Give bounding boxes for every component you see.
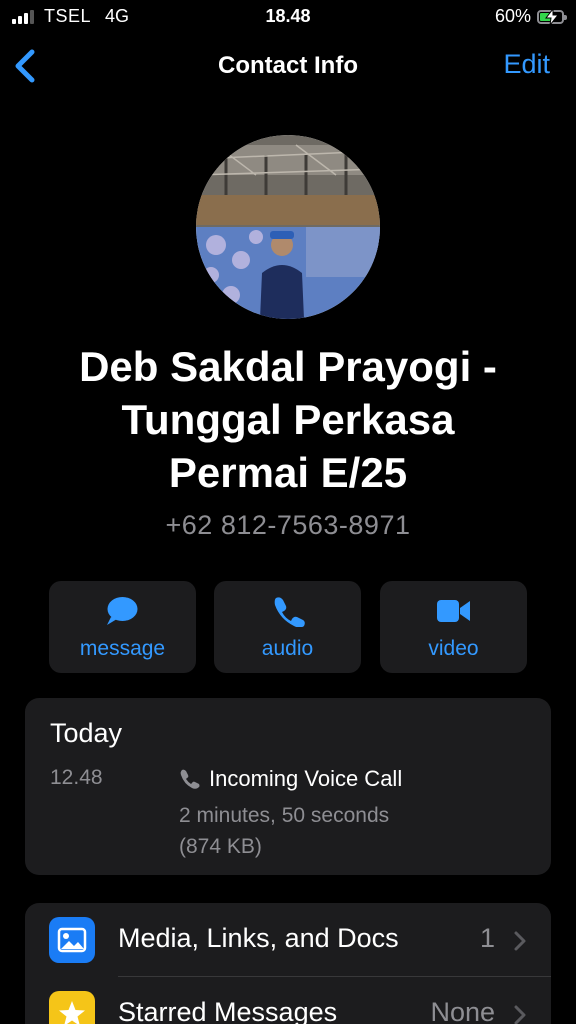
- media-links-docs-row[interactable]: Media, Links, and Docs 1: [25, 903, 551, 977]
- call-size: (874 KB): [179, 835, 262, 858]
- message-icon: [107, 597, 138, 625]
- status-bar: TSEL 4G 18.48 60%: [0, 0, 576, 34]
- navigation-bar: Contact Info Edit: [0, 40, 576, 90]
- media-count: 1: [479, 923, 495, 953]
- starred-messages-row[interactable]: Starred Messages None: [25, 977, 551, 1024]
- call-day: Today: [50, 718, 123, 748]
- call-type-label: Incoming Voice Call: [209, 766, 403, 791]
- message-label: message: [79, 637, 166, 660]
- photo-icon: [49, 917, 95, 963]
- call-details: 2 minutes, 50 seconds (874 KB): [179, 800, 389, 862]
- video-label: video: [428, 637, 479, 660]
- call-type: Incoming Voice Call: [179, 766, 402, 792]
- video-icon: [437, 600, 470, 622]
- battery-percentage: 60%: [494, 6, 531, 26]
- video-call-button[interactable]: video: [380, 581, 527, 673]
- contact-info-screen: TSEL 4G 18.48 60% Contact Info Edit Deb …: [0, 0, 576, 1024]
- media-links-docs-label: Media, Links, and Docs: [118, 923, 399, 953]
- call-duration: 2 minutes, 50 seconds: [179, 804, 390, 827]
- contact-name-line: Tunggal Perkasa: [121, 396, 455, 443]
- contact-name: Deb Sakdal Prayogi - Tunggal Perkasa Per…: [20, 340, 556, 499]
- contact-avatar[interactable]: [196, 135, 380, 319]
- chevron-right-icon: [514, 931, 526, 951]
- message-button[interactable]: message: [49, 581, 196, 673]
- call-history-card: Today 12.48 Incoming Voice Call 2 minute…: [25, 698, 551, 875]
- contact-name-line: Deb Sakdal Prayogi -: [79, 343, 497, 390]
- audio-label: audio: [261, 637, 314, 660]
- starred-messages-label: Starred Messages: [118, 997, 338, 1024]
- phone-icon: [180, 769, 200, 789]
- phone-icon: [274, 597, 305, 627]
- starred-count: None: [430, 997, 495, 1024]
- status-right: 60%: [494, 6, 567, 27]
- clock: 18.48: [265, 6, 311, 26]
- action-buttons: message audio video: [49, 581, 527, 673]
- audio-call-button[interactable]: audio: [214, 581, 361, 673]
- page-title: Contact Info: [218, 52, 358, 79]
- contact-phone: +62 812-7563-8971: [165, 510, 411, 540]
- call-time: 12.48: [50, 766, 103, 789]
- contact-options-list: Media, Links, and Docs 1 Starred Message…: [25, 903, 551, 1024]
- edit-button[interactable]: Edit: [503, 49, 550, 80]
- contact-name-line: Permai E/25: [168, 449, 408, 496]
- chevron-right-icon: [514, 1005, 526, 1024]
- avatar-photo: [196, 135, 380, 319]
- star-icon: [49, 991, 95, 1024]
- battery-charging-icon: [537, 8, 567, 25]
